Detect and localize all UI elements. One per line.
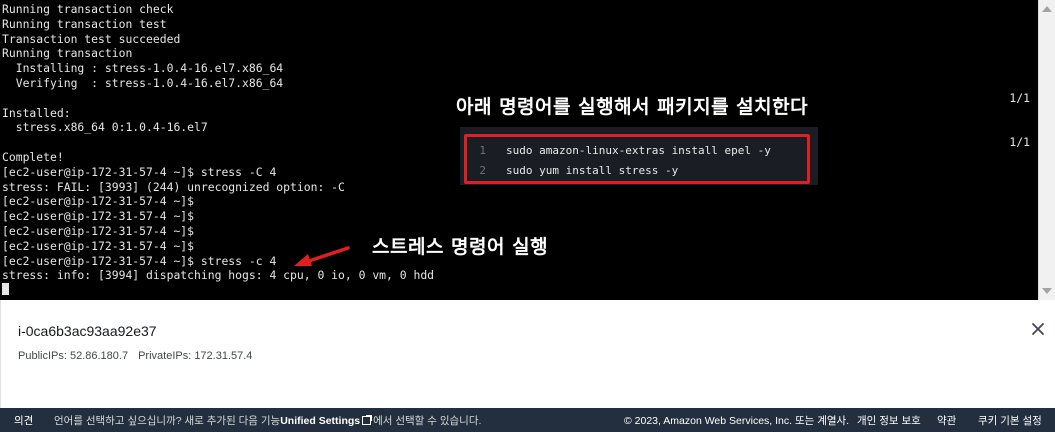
install-instruction-title: 아래 명령어를 실행해서 패키지를 설치한다 bbox=[456, 96, 809, 118]
instance-ips: PublicIPs: 52.86.180.7 PrivateIPs: 172.31… bbox=[18, 350, 262, 362]
stress-command-label: 스트레스 명령어 실행 bbox=[372, 236, 549, 258]
terminal-line: Running transaction test bbox=[2, 16, 167, 31]
red-arrow-icon bbox=[294, 246, 350, 266]
terminal-scrollbar[interactable] bbox=[1038, 0, 1055, 300]
terminal-line: Installing : stress-1.0.4-16.el7.x86_64 bbox=[2, 61, 284, 76]
console-footer: 의견 언어를 선택하고 싶으십니까? 새로 추가된 다음 기능Unified S… bbox=[0, 408, 1055, 432]
progress-verifying: 1/1 bbox=[1009, 134, 1030, 149]
terminal-line: Running transaction bbox=[2, 46, 133, 61]
terminal-line: Verifying : stress-1.0.4-16.el7.x86_64 bbox=[2, 75, 284, 90]
external-link-icon bbox=[362, 415, 373, 425]
terminal-line: stress.x86_64 0:1.0.4-16.el7 bbox=[2, 120, 208, 135]
terminal-line: Complete! bbox=[2, 149, 64, 164]
terminal-line: Installed: bbox=[2, 105, 71, 120]
terminal-line: [ec2-user@ip-172-31-57-4 ~]$ stress -C 4 bbox=[2, 164, 277, 179]
highlight-box bbox=[464, 134, 810, 184]
close-icon[interactable] bbox=[1030, 321, 1046, 337]
private-ips: PrivateIPs: 172.31.57.4 bbox=[138, 350, 253, 362]
scroll-down-icon[interactable] bbox=[1042, 288, 1052, 294]
terminal-line: stress: info: [3994] dispatching hogs: 4… bbox=[2, 268, 435, 283]
feedback-link[interactable]: 의견 bbox=[14, 413, 33, 428]
instance-id: i-0ca6b3ac93aa92e37 bbox=[18, 323, 157, 339]
terminal-line: [ec2-user@ip-172-31-57-4 ~]$ stress -c 4 bbox=[2, 253, 277, 268]
language-suffix-text: 에서 선택할 수 있습니다. bbox=[373, 415, 482, 427]
public-ips: PublicIPs: 52.86.180.7 bbox=[18, 350, 129, 362]
terminal-line: Running transaction check bbox=[2, 2, 174, 16]
progress-installing: 1/1 bbox=[1009, 90, 1030, 105]
terminal-line: [ec2-user@ip-172-31-57-4 ~]$ bbox=[2, 194, 195, 209]
terminal-cursor bbox=[2, 283, 9, 296]
terminal-line: [ec2-user@ip-172-31-57-4 ~]$ bbox=[2, 238, 195, 253]
terminal-cursor-line bbox=[2, 283, 434, 298]
terminal-line: stress: FAIL: [3993] (244) unrecognized … bbox=[2, 179, 345, 194]
copyright-text: © 2023, Amazon Web Services, Inc. 또는 계열사… bbox=[624, 415, 850, 427]
terminal-output: Running transaction check Running transac… bbox=[2, 2, 434, 298]
terms-link[interactable]: 약관 bbox=[937, 413, 956, 428]
instance-info-panel: i-0ca6b3ac93aa92e37 PublicIPs: 52.86.180… bbox=[0, 300, 1055, 408]
terminal-window[interactable]: Running transaction check Running transac… bbox=[0, 0, 1038, 300]
privacy-link[interactable]: 개인 정보 보호 bbox=[857, 413, 921, 428]
language-prompt: 언어를 선택하고 싶으십니까? 새로 추가된 다음 기능Unified Sett… bbox=[54, 413, 481, 428]
scroll-up-icon[interactable] bbox=[1042, 6, 1052, 12]
terminal-line: Transaction test succeeded bbox=[2, 31, 181, 46]
unified-settings-link[interactable]: Unified Settings bbox=[280, 415, 360, 427]
terminal-line: [ec2-user@ip-172-31-57-4 ~]$ bbox=[2, 209, 195, 224]
language-prompt-text: 언어를 선택하고 싶으십니까? 새로 추가된 다음 기능 bbox=[54, 415, 281, 427]
cookie-preferences-link[interactable]: 쿠키 기본 설정 bbox=[978, 413, 1042, 428]
terminal-progress-column: 1/1 1/1 bbox=[1003, 61, 1030, 179]
terminal-line: [ec2-user@ip-172-31-57-4 ~]$ bbox=[2, 223, 195, 238]
